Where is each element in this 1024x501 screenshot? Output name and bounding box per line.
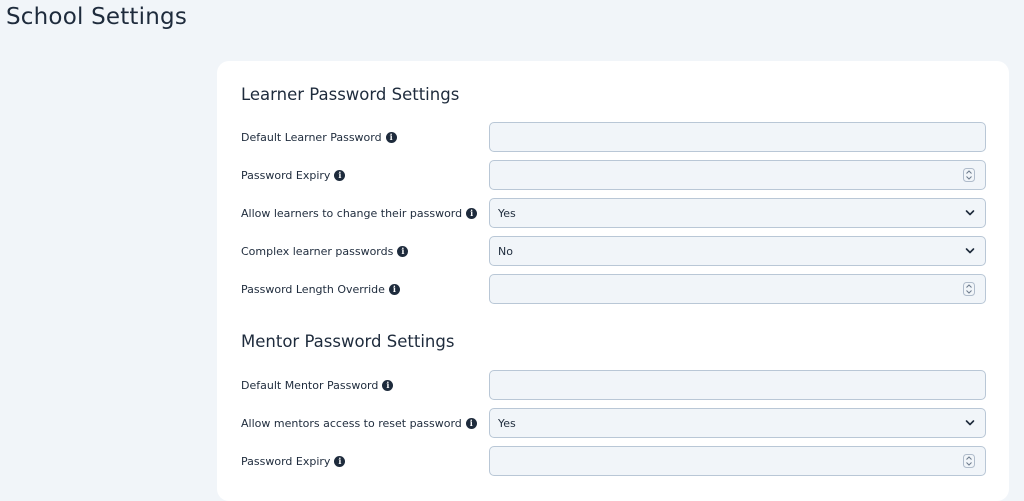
- label-text: Default Learner Password: [241, 130, 382, 144]
- default-learner-password-input[interactable]: [490, 123, 985, 151]
- page-title: School Settings: [6, 4, 188, 30]
- default-learner-password-label: Default Learner Password i: [241, 122, 397, 152]
- learner-password-expiry-input[interactable]: [490, 161, 985, 189]
- password-length-override-row: Password Length Override i: [241, 274, 986, 304]
- mentor-password-expiry-input[interactable]: [490, 447, 985, 475]
- mentor-password-expiry-label: Password Expiry i: [241, 446, 346, 476]
- chevron-down-icon: [965, 420, 975, 426]
- select-value: Yes: [498, 416, 516, 430]
- complex-learner-passwords-row: Complex learner passwords i No: [241, 236, 986, 266]
- mentor-password-expiry-field[interactable]: [489, 446, 986, 476]
- label-text: Password Expiry: [241, 454, 331, 468]
- default-learner-password-row: Default Learner Password i: [241, 122, 986, 152]
- learner-password-expiry-label: Password Expiry i: [241, 160, 346, 190]
- spinner-icon[interactable]: [963, 282, 975, 296]
- info-icon[interactable]: i: [388, 283, 400, 295]
- complex-learner-passwords-label: Complex learner passwords i: [241, 236, 409, 266]
- allow-mentors-reset-password-label: Allow mentors access to reset password i: [241, 408, 477, 438]
- label-text: Allow mentors access to reset password: [241, 416, 462, 430]
- chevron-down-icon: [965, 210, 975, 216]
- learner-password-expiry-field[interactable]: [489, 160, 986, 190]
- default-mentor-password-label: Default Mentor Password i: [241, 370, 394, 400]
- complex-learner-passwords-select[interactable]: No: [489, 236, 986, 266]
- info-icon[interactable]: i: [465, 417, 477, 429]
- select-value: Yes: [498, 206, 516, 220]
- default-mentor-password-field[interactable]: [489, 370, 986, 400]
- info-icon[interactable]: i: [382, 379, 394, 391]
- label-text: Complex learner passwords: [241, 244, 394, 258]
- allow-mentors-reset-password-select[interactable]: Yes: [489, 408, 986, 438]
- info-icon[interactable]: i: [397, 245, 409, 257]
- learner-section-title: Learner Password Settings: [241, 85, 460, 104]
- label-text: Default Mentor Password: [241, 378, 379, 392]
- info-icon[interactable]: i: [466, 207, 478, 219]
- spinner-icon[interactable]: [963, 454, 975, 468]
- default-mentor-password-row: Default Mentor Password i: [241, 370, 986, 400]
- spinner-icon[interactable]: [963, 168, 975, 182]
- label-text: Password Length Override: [241, 282, 385, 296]
- default-mentor-password-input[interactable]: [490, 371, 985, 399]
- label-text: Password Expiry: [241, 168, 331, 182]
- mentor-password-expiry-row: Password Expiry i: [241, 446, 986, 476]
- label-text: Allow learners to change their password: [241, 206, 463, 220]
- allow-learners-change-password-row: Allow learners to change their password …: [241, 198, 986, 228]
- info-icon[interactable]: i: [385, 131, 397, 143]
- password-length-override-field[interactable]: [489, 274, 986, 304]
- settings-card: Learner Password Settings Default Learne…: [217, 61, 1009, 501]
- mentor-section-title: Mentor Password Settings: [241, 332, 455, 351]
- password-length-override-input[interactable]: [490, 275, 985, 303]
- info-icon[interactable]: i: [334, 455, 346, 467]
- allow-learners-change-password-label: Allow learners to change their password …: [241, 198, 478, 228]
- learner-password-expiry-row: Password Expiry i: [241, 160, 986, 190]
- default-learner-password-field[interactable]: [489, 122, 986, 152]
- info-icon[interactable]: i: [334, 169, 346, 181]
- chevron-down-icon: [965, 248, 975, 254]
- allow-mentors-reset-password-row: Allow mentors access to reset password i…: [241, 408, 986, 438]
- allow-learners-change-password-select[interactable]: Yes: [489, 198, 986, 228]
- select-value: No: [498, 244, 513, 258]
- password-length-override-label: Password Length Override i: [241, 274, 400, 304]
